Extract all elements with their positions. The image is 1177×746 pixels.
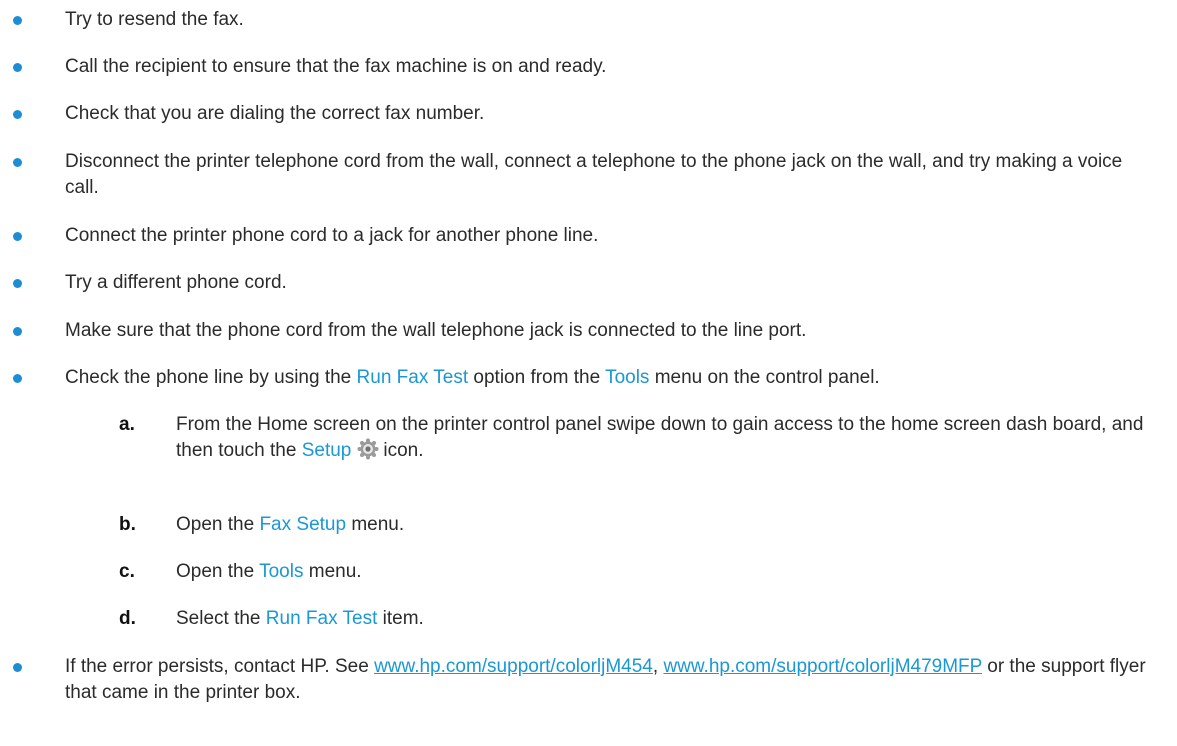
text-run: menu on the control panel. bbox=[649, 367, 880, 388]
gear-icon bbox=[357, 438, 379, 468]
run-fax-test-label: Run Fax Test bbox=[265, 608, 378, 629]
bullet-icon bbox=[13, 279, 22, 288]
text-run: item. bbox=[377, 608, 424, 629]
bullet-icon bbox=[13, 16, 22, 25]
bullet-icon bbox=[13, 63, 22, 72]
bullet-icon bbox=[13, 110, 22, 119]
tools-label: Tools bbox=[605, 367, 650, 388]
list-item-text: Make sure that the phone cord from the w… bbox=[65, 320, 807, 341]
text-run: Open the bbox=[176, 514, 260, 535]
text-run: menu. bbox=[303, 561, 362, 582]
text-run: Check the phone line by using the bbox=[65, 367, 357, 388]
list-item-text: If the error persists, contact HP. See w… bbox=[65, 654, 1155, 706]
step-letter: d. bbox=[119, 608, 136, 629]
bullet-icon bbox=[13, 663, 22, 672]
text-run: icon. bbox=[383, 440, 424, 461]
step-letter: c. bbox=[119, 561, 135, 582]
text-run: option from the bbox=[468, 367, 606, 388]
list-item-text: Check the phone line by using the Run Fa… bbox=[65, 365, 1155, 391]
bullet-icon bbox=[13, 374, 22, 383]
step-text: From the Home screen on the printer cont… bbox=[176, 412, 1156, 468]
support-link-m454[interactable]: www.hp.com/support/colorljM454 bbox=[374, 656, 653, 677]
step-text: Open the Fax Setup menu. bbox=[176, 512, 1156, 538]
list-item-text: Check that you are dialing the correct f… bbox=[65, 103, 485, 124]
fax-setup-label: Fax Setup bbox=[259, 514, 347, 535]
setup-label: Setup bbox=[301, 440, 352, 461]
step-letter: b. bbox=[119, 514, 136, 535]
list-item-text: Call the recipient to ensure that the fa… bbox=[65, 56, 607, 77]
bullet-icon bbox=[13, 327, 22, 336]
list-item-text: Try to resend the fax. bbox=[65, 9, 244, 30]
tools-label: Tools bbox=[259, 561, 304, 582]
bullet-icon bbox=[13, 232, 22, 241]
step-letter: a. bbox=[119, 414, 135, 435]
list-item-text: Disconnect the printer telephone cord fr… bbox=[65, 151, 1123, 198]
text-run: If the error persists, contact HP. See bbox=[65, 656, 375, 677]
run-fax-test-label: Run Fax Test bbox=[356, 367, 469, 388]
text-run: Select the bbox=[176, 608, 266, 629]
list-item-text: Connect the printer phone cord to a jack… bbox=[65, 225, 599, 246]
text-run: , bbox=[652, 656, 664, 677]
document-page: Try to resend the fax. Call the recipien… bbox=[0, 0, 1177, 746]
step-text: Select the Run Fax Test item. bbox=[176, 606, 1156, 632]
step-text: Open the Tools menu. bbox=[176, 559, 1156, 585]
bullet-icon bbox=[13, 158, 22, 167]
text-run: menu. bbox=[346, 514, 405, 535]
support-link-m479mfp[interactable]: www.hp.com/support/colorljM479MFP bbox=[663, 656, 982, 677]
list-item-text: Try a different phone cord. bbox=[65, 272, 287, 293]
text-run: Open the bbox=[176, 561, 260, 582]
